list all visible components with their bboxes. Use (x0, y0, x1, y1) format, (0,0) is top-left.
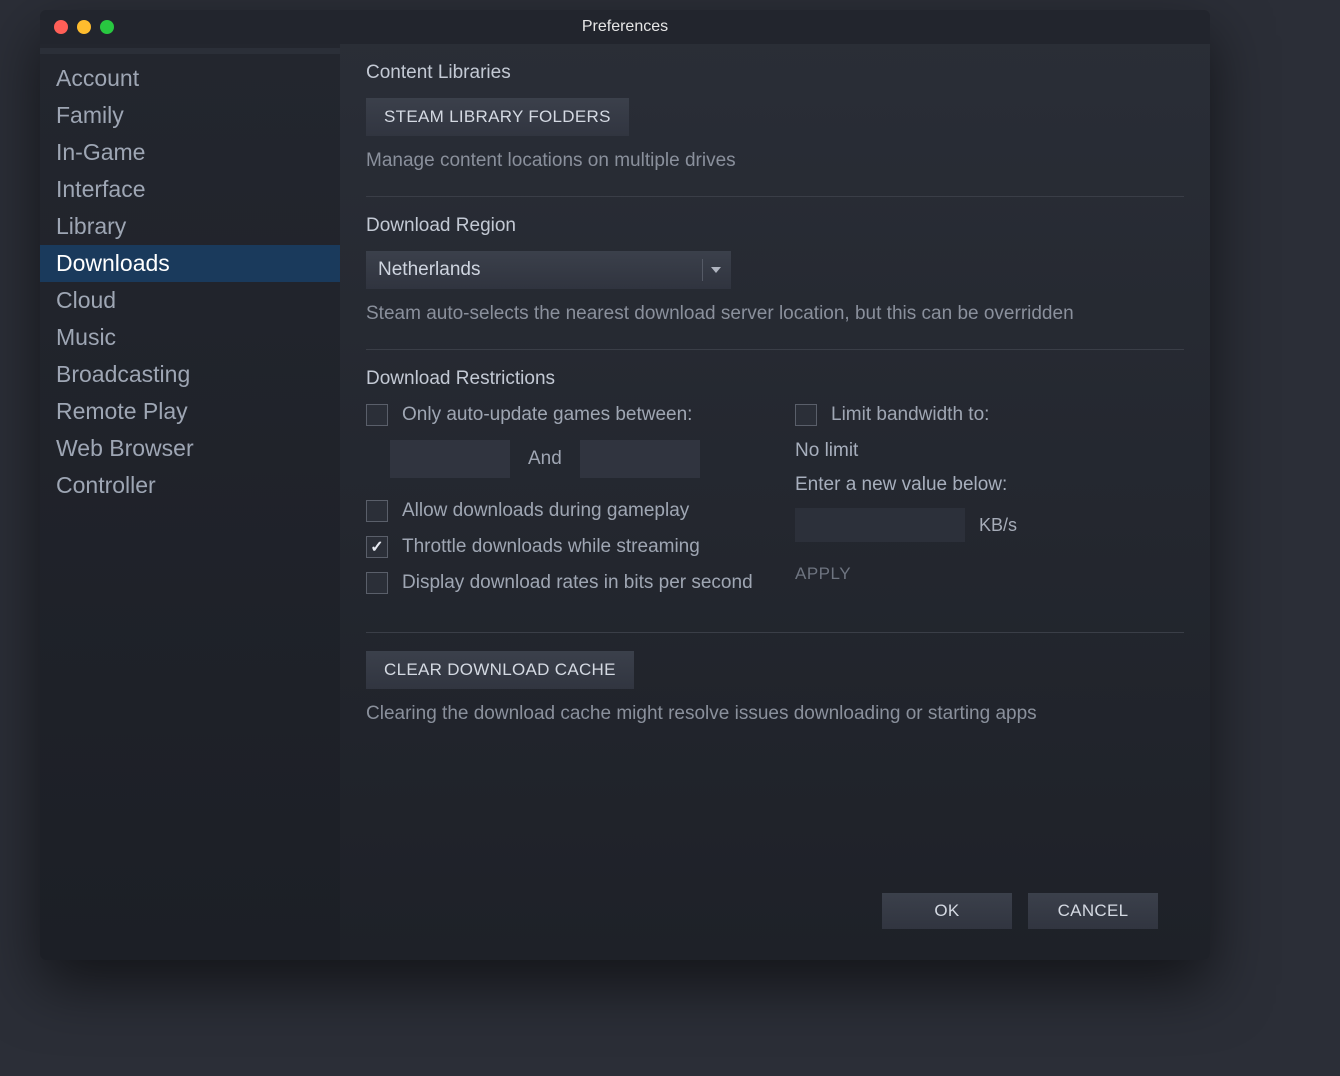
apply-button[interactable]: APPLY (795, 560, 851, 588)
limit-bandwidth-label: Limit bandwidth to: (831, 404, 989, 426)
sidebar-item-controller[interactable]: Controller (40, 467, 340, 504)
clear-download-cache-button[interactable]: CLEAR DOWNLOAD CACHE (366, 651, 634, 689)
sidebar-item-cloud[interactable]: Cloud (40, 282, 340, 319)
section-download-region: Download Region Netherlands Steam auto-s… (366, 196, 1184, 349)
download-region-title: Download Region (366, 215, 1184, 237)
restrictions-left: Only auto-update games between: And Allo… (366, 404, 755, 608)
throttle-streaming-label: Throttle downloads while streaming (402, 536, 700, 558)
auto-update-time-group: And (390, 440, 755, 478)
footer: OK CANCEL (366, 886, 1184, 946)
limit-bandwidth-checkbox[interactable] (795, 404, 817, 426)
sidebar-item-web-browser[interactable]: Web Browser (40, 430, 340, 467)
bandwidth-unit: KB/s (979, 515, 1017, 536)
display-bits-row: Display download rates in bits per secon… (366, 572, 755, 594)
and-label: And (528, 448, 562, 470)
limit-bandwidth-row: Limit bandwidth to: (795, 404, 1184, 426)
dropdown-separator (702, 259, 703, 281)
sidebar-item-in-game[interactable]: In-Game (40, 134, 340, 171)
limit-bandwidth-status: No limit (795, 440, 1184, 462)
auto-update-label: Only auto-update games between: (402, 404, 692, 426)
cancel-button[interactable]: CANCEL (1028, 893, 1158, 929)
window-controls (54, 20, 114, 34)
download-region-description: Steam auto-selects the nearest download … (366, 303, 1184, 325)
sidebar-handle (40, 48, 340, 54)
enter-value-label: Enter a new value below: (795, 474, 1184, 496)
allow-gameplay-label: Allow downloads during gameplay (402, 500, 689, 522)
allow-gameplay-row: Allow downloads during gameplay (366, 500, 755, 522)
display-bits-label: Display download rates in bits per secon… (402, 572, 753, 594)
restrictions-right: Limit bandwidth to: No limit Enter a new… (795, 404, 1184, 608)
bandwidth-input[interactable] (795, 508, 965, 542)
display-bits-checkbox[interactable] (366, 572, 388, 594)
auto-update-end-time[interactable] (580, 440, 700, 478)
content-libraries-title: Content Libraries (366, 62, 1184, 84)
download-region-selected: Netherlands (378, 259, 696, 281)
download-region-dropdown[interactable]: Netherlands (366, 251, 731, 289)
sidebar-item-interface[interactable]: Interface (40, 171, 340, 208)
minimize-icon[interactable] (77, 20, 91, 34)
close-icon[interactable] (54, 20, 68, 34)
section-download-restrictions: Download Restrictions Only auto-update g… (366, 349, 1184, 632)
preferences-window: Preferences Account Family In-Game Inter… (40, 10, 1210, 960)
throttle-streaming-checkbox[interactable] (366, 536, 388, 558)
content-libraries-description: Manage content locations on multiple dri… (366, 150, 1184, 172)
sidebar-item-account[interactable]: Account (40, 60, 340, 97)
throttle-streaming-row: Throttle downloads while streaming (366, 536, 755, 558)
download-restrictions-title: Download Restrictions (366, 368, 1184, 390)
sidebar-item-library[interactable]: Library (40, 208, 340, 245)
content: Account Family In-Game Interface Library… (40, 44, 1210, 960)
chevron-down-icon (711, 267, 721, 273)
sidebar-item-broadcasting[interactable]: Broadcasting (40, 356, 340, 393)
sidebar: Account Family In-Game Interface Library… (40, 44, 340, 960)
sidebar-item-family[interactable]: Family (40, 97, 340, 134)
auto-update-row: Only auto-update games between: (366, 404, 755, 426)
ok-button[interactable]: OK (882, 893, 1012, 929)
main-panel: Content Libraries STEAM LIBRARY FOLDERS … (340, 44, 1210, 960)
clear-cache-description: Clearing the download cache might resolv… (366, 703, 1184, 725)
window-title: Preferences (582, 18, 668, 36)
sidebar-item-music[interactable]: Music (40, 319, 340, 356)
section-clear-cache: CLEAR DOWNLOAD CACHE Clearing the downlo… (366, 632, 1184, 749)
sidebar-item-remote-play[interactable]: Remote Play (40, 393, 340, 430)
sidebar-item-downloads[interactable]: Downloads (40, 245, 340, 282)
allow-gameplay-checkbox[interactable] (366, 500, 388, 522)
maximize-icon[interactable] (100, 20, 114, 34)
auto-update-start-time[interactable] (390, 440, 510, 478)
section-content-libraries: Content Libraries STEAM LIBRARY FOLDERS … (366, 62, 1184, 196)
auto-update-checkbox[interactable] (366, 404, 388, 426)
bandwidth-input-row: KB/s (795, 508, 1184, 542)
titlebar: Preferences (40, 10, 1210, 44)
steam-library-folders-button[interactable]: STEAM LIBRARY FOLDERS (366, 98, 629, 136)
